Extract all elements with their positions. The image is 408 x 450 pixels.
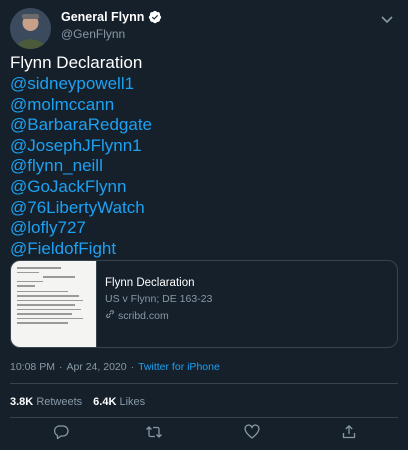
verified-badge-icon [148, 10, 162, 24]
mention-link[interactable]: @molmccann [10, 95, 152, 116]
tweet-title: Flynn Declaration [10, 53, 143, 72]
mention-list: @sidneypowell1 @molmccann @BarbaraRedgat… [10, 74, 152, 259]
card-text: Flynn Declaration US v Flynn; DE 163-23 … [97, 261, 212, 347]
tweet-source[interactable]: Twitter for iPhone [138, 361, 220, 373]
display-name[interactable]: General Flynn [61, 10, 144, 24]
user-name-row[interactable]: General Flynn [61, 10, 162, 24]
user-handle[interactable]: @GenFlynn [61, 27, 125, 41]
tweet-actions [0, 423, 408, 445]
retweets-count: 3.8K [10, 396, 34, 408]
tweet-stats: 3.8K Retweets 6.4K Likes [10, 396, 145, 408]
card-description: US v Flynn; DE 163-23 [105, 293, 213, 305]
link-preview-card[interactable]: Flynn Declaration US v Flynn; DE 163-23 … [10, 260, 398, 348]
avatar[interactable] [10, 8, 51, 49]
retweet-icon [145, 424, 163, 445]
chevron-down-icon[interactable] [380, 12, 394, 24]
link-icon [105, 309, 115, 322]
mention-link[interactable]: @GoJackFlynn [10, 177, 152, 198]
retweet-button[interactable] [144, 424, 164, 444]
mention-link[interactable]: @76LibertyWatch [10, 198, 152, 219]
tweet-meta: 10:08 PM · Apr 24, 2020 · Twitter for iP… [10, 361, 220, 373]
tweet-date[interactable]: Apr 24, 2020 [66, 361, 126, 373]
retweets-stat[interactable]: 3.8K Retweets [10, 396, 82, 408]
likes-stat[interactable]: 6.4K Likes [93, 396, 145, 408]
reply-button[interactable] [51, 424, 71, 444]
retweets-label: Retweets [36, 396, 83, 408]
meta-separator: · [58, 361, 63, 373]
divider [10, 383, 398, 384]
card-title: Flynn Declaration [105, 277, 195, 289]
share-icon [341, 424, 357, 445]
mention-link[interactable]: @FieldofFight [10, 239, 152, 260]
mention-link[interactable]: @lofly727 [10, 218, 152, 239]
card-domain: scribd.com [105, 309, 212, 322]
divider [10, 417, 398, 418]
tweet: General Flynn @GenFlynn Flynn Declaratio… [0, 0, 408, 450]
document-thumbnail [11, 261, 97, 347]
mention-link[interactable]: @JosephJFlynn1 [10, 136, 152, 157]
like-button[interactable] [242, 423, 262, 445]
tweet-time[interactable]: 10:08 PM [10, 361, 55, 373]
heart-icon [244, 423, 260, 445]
mention-link[interactable]: @flynn_neill [10, 156, 152, 177]
mention-link[interactable]: @BarbaraRedgate [10, 115, 152, 136]
likes-count: 6.4K [93, 396, 117, 408]
mention-link[interactable]: @sidneypowell1 [10, 74, 152, 95]
meta-separator: · [130, 361, 135, 373]
card-domain-text: scribd.com [118, 309, 169, 322]
share-button[interactable] [339, 424, 359, 444]
reply-icon [53, 424, 69, 445]
likes-label: Likes [119, 396, 146, 408]
